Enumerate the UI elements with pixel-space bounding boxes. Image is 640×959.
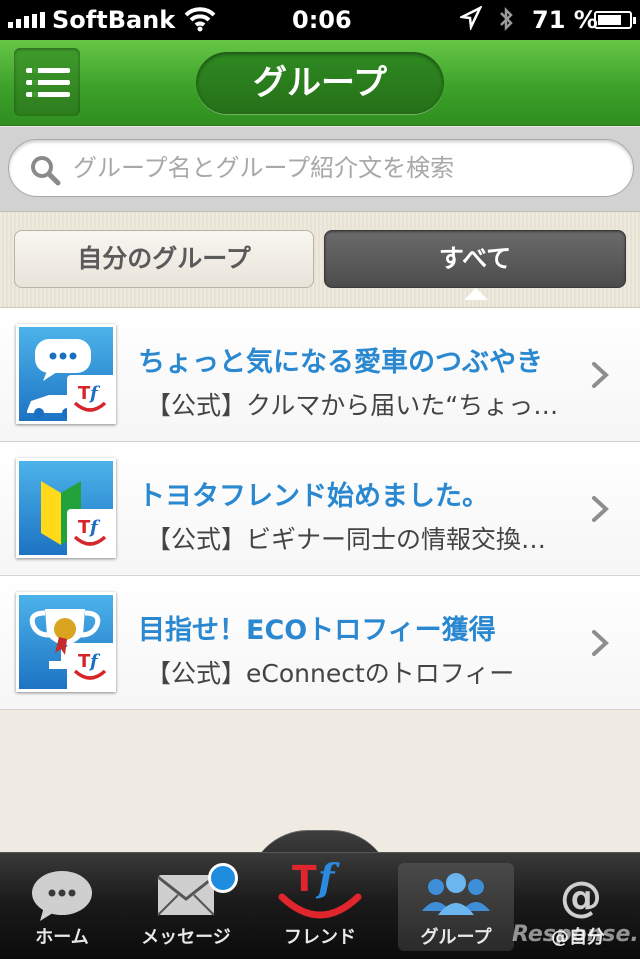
svg-text:f: f: [88, 517, 101, 538]
group-description: 【公式】クルマから届いた“ちょっと気になる愛車のつぶやき”: [146, 391, 570, 420]
status-bar: SoftBank 0:06 71 %: [0, 0, 640, 40]
at-sign-icon: @: [516, 867, 640, 923]
tf-logo-icon: T f: [67, 509, 113, 555]
list-item[interactable]: T f ちょっと気になる愛車のつぶやき 【公式】クルマから届いた“ちょっと気にな…: [0, 308, 640, 442]
page-title: グループ: [196, 52, 444, 114]
group-description: 【公式】ビギナー同士の情報交換の場です: [146, 525, 570, 554]
menu-button[interactable]: [14, 48, 80, 116]
tab-friend-label: フレンド: [284, 927, 356, 948]
chevron-right-icon: [592, 496, 609, 522]
car-speech-icon: T f: [16, 324, 116, 424]
trophy-icon: T f: [16, 592, 116, 692]
tab-messages-label: メッセージ: [141, 927, 231, 948]
group-title: ちょっと気になる愛車のつぶやき: [138, 347, 543, 378]
nav-bar: グループ: [0, 40, 640, 126]
battery-percent: 71 %: [532, 6, 598, 34]
group-list: T f ちょっと気になる愛車のつぶやき 【公式】クルマから届いた“ちょっと気にな…: [0, 308, 640, 710]
search-input[interactable]: [73, 140, 613, 196]
people-group-icon: [398, 867, 514, 923]
segment-control: 自分のグループ すべて: [0, 212, 640, 308]
svg-text:f: f: [88, 651, 101, 672]
search-icon: [29, 154, 61, 186]
tab-home-label: ホーム: [35, 927, 89, 948]
selected-indicator: [464, 288, 488, 300]
group-title: 目指せ！ECOトロフィー獲得: [138, 615, 496, 646]
svg-text:f: f: [88, 383, 101, 404]
my-groups-tab[interactable]: 自分のグループ: [14, 230, 314, 288]
chevron-right-icon: [592, 362, 609, 388]
wifi-icon: [184, 6, 216, 38]
chevron-right-icon: [592, 630, 609, 656]
tf-logo-icon: T f: [67, 643, 113, 689]
svg-text:@: @: [560, 872, 602, 921]
tab-group[interactable]: グループ: [398, 863, 514, 951]
svg-text:f: f: [315, 855, 340, 900]
list-item[interactable]: T f トヨタフレンド始めました。 【公式】ビギナー同士の情報交換の場です: [0, 442, 640, 576]
search-bar: [0, 127, 640, 212]
tf-logo-icon: T f: [67, 375, 113, 421]
speech-bubble-icon: [0, 867, 124, 923]
beginner-mark-icon: T f: [16, 458, 116, 558]
search-field[interactable]: [8, 139, 634, 197]
tab-home[interactable]: ホーム: [0, 853, 124, 959]
clock: 0:06: [292, 6, 352, 34]
signal-icon: [8, 12, 45, 28]
tf-logo-icon: T f: [248, 847, 392, 919]
tab-group-label: グループ: [420, 927, 492, 948]
svg-text:T: T: [292, 859, 317, 900]
carrier-name: SoftBank: [52, 6, 176, 34]
group-description: 【公式】eConnectのトロフィー: [146, 659, 515, 688]
location-arrow-icon: [457, 5, 483, 36]
group-title: トヨタフレンド始めました。: [138, 481, 489, 512]
list-item[interactable]: T f 目指せ！ECOトロフィー獲得 【公式】eConnectのトロフィー: [0, 576, 640, 710]
tab-friend[interactable]: T f フレンド: [248, 853, 392, 959]
watermark: Response.: [512, 922, 639, 947]
all-groups-tab[interactable]: すべて: [324, 230, 626, 288]
unread-badge: [208, 863, 238, 893]
bluetooth-icon: [498, 6, 514, 38]
battery-icon: [594, 11, 636, 29]
